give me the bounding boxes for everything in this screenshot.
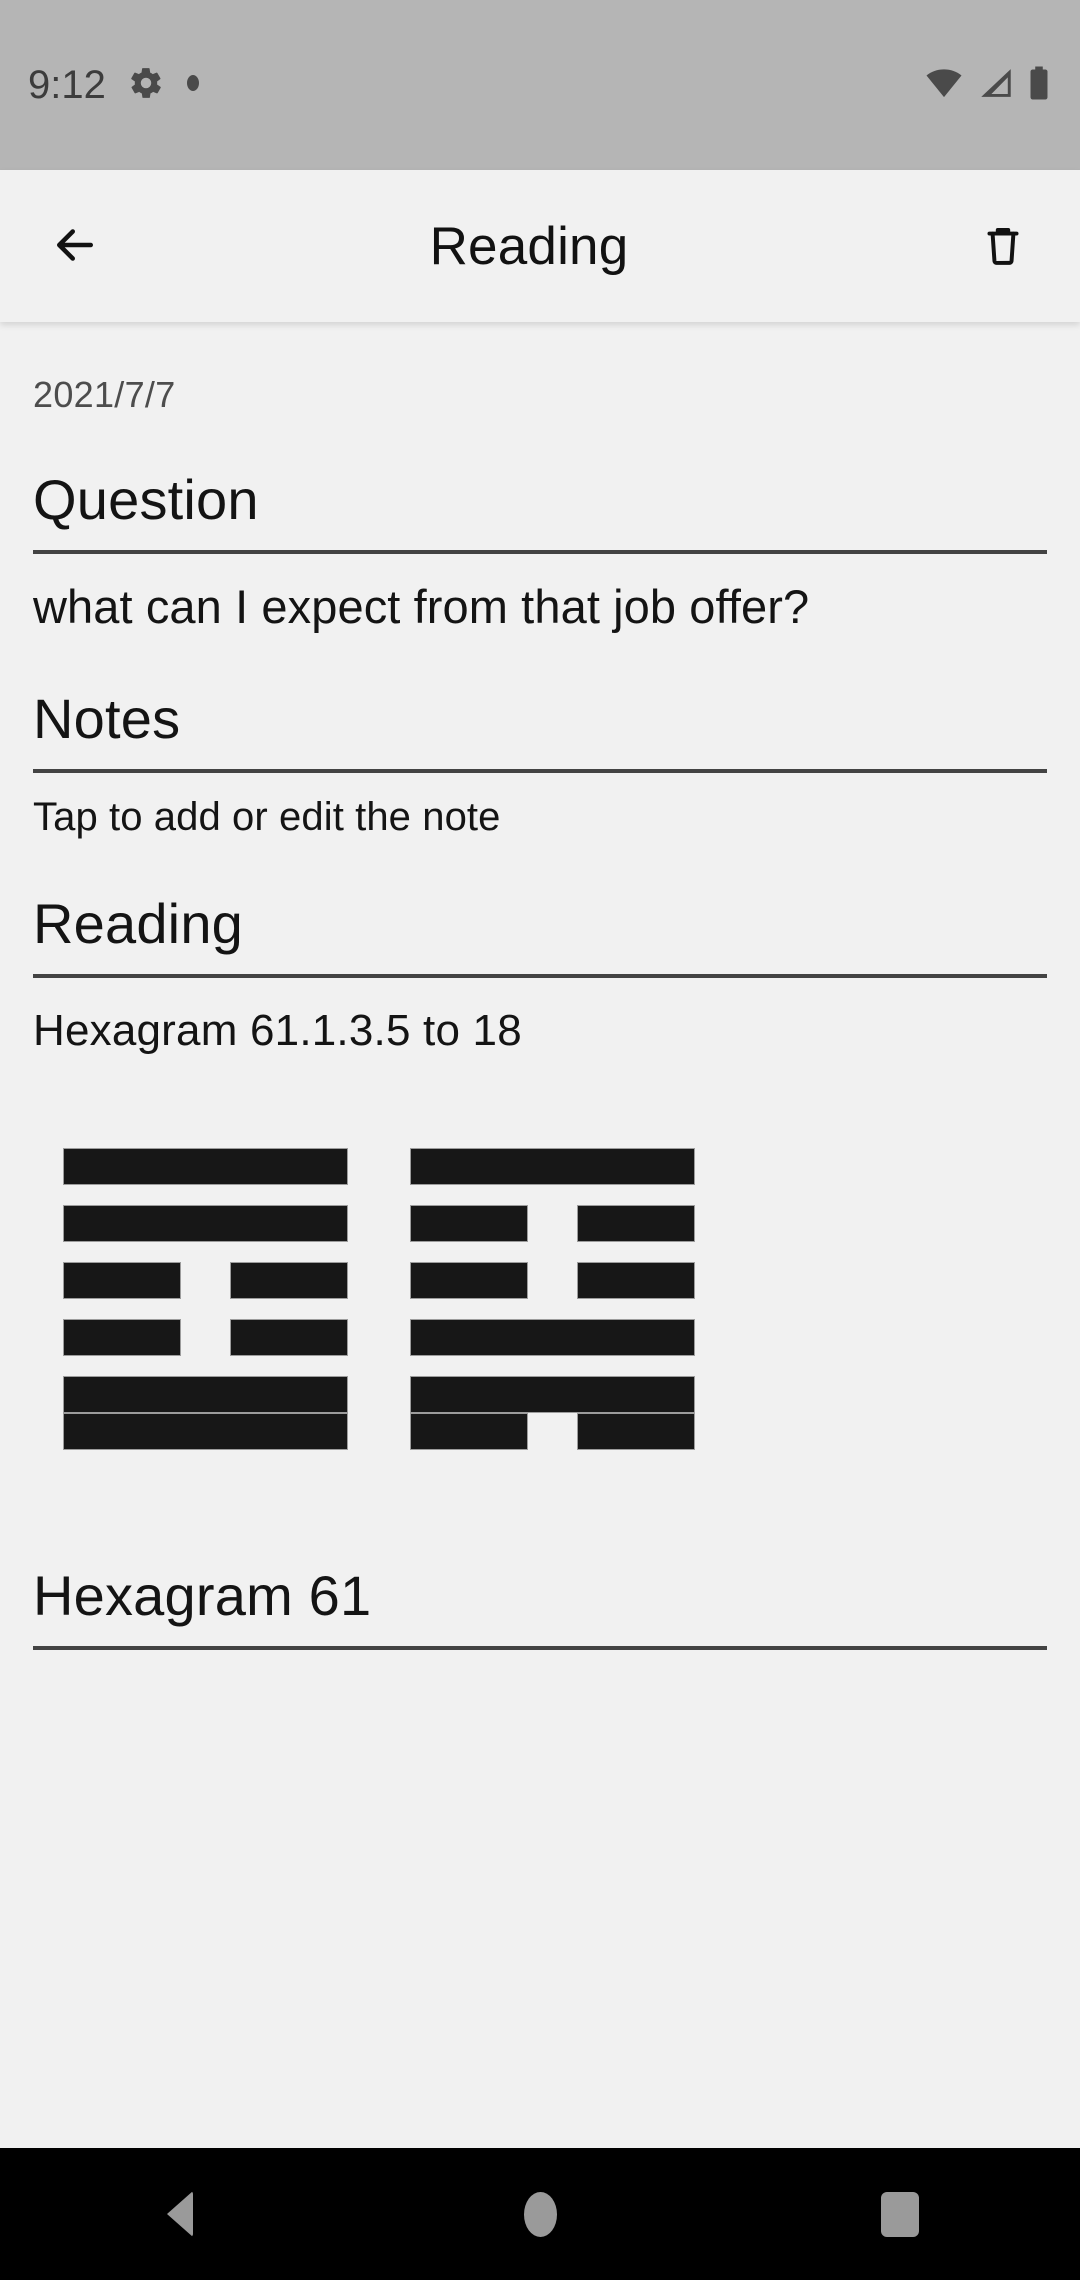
yang-line-segment <box>63 1147 348 1185</box>
phone-screen: 9:12 Reading 2021/7/7 Question what can … <box>0 0 1080 2280</box>
hexagram-line-1 <box>63 1412 348 1450</box>
trash-icon <box>978 220 1028 273</box>
page-title: Reading <box>429 216 629 276</box>
reading-section-heading: Reading <box>33 891 244 955</box>
hexagram-line-2 <box>410 1375 695 1413</box>
nav-recents-button[interactable] <box>825 2148 975 2280</box>
android-navigation-bar <box>0 2148 1080 2280</box>
hexagram-line-4 <box>410 1261 695 1299</box>
question-text[interactable]: what can I expect from that job offer? <box>33 580 1047 635</box>
yin-line-segment <box>229 1318 348 1356</box>
nav-back-icon <box>167 2191 193 2237</box>
nav-back-button[interactable] <box>105 2148 255 2280</box>
status-bar: 9:12 <box>0 0 1080 170</box>
yin-line-segment <box>576 1204 695 1242</box>
yin-line-segment <box>576 1412 695 1450</box>
reading-hexagram-label: Hexagram 61.1.3.5 to 18 <box>33 1005 522 1055</box>
hexagram-line-5 <box>63 1204 348 1242</box>
yang-line-segment <box>410 1318 695 1356</box>
hexagram-line-6 <box>410 1147 695 1185</box>
delete-button[interactable] <box>948 191 1058 301</box>
yin-line-segment <box>410 1412 529 1450</box>
hexagram-diagram[interactable] <box>33 1128 1047 1450</box>
reading-detail-content: 2021/7/7 Question what can I expect from… <box>0 322 1080 2148</box>
question-divider <box>33 550 1047 554</box>
hexagram-primary[interactable] <box>63 1128 348 1450</box>
cellular-signal-icon <box>978 66 1014 105</box>
nav-recents-icon <box>881 2191 919 2237</box>
yang-line-segment <box>63 1375 348 1413</box>
hexagram-section-divider <box>33 1645 1047 1650</box>
nav-home-button[interactable] <box>465 2148 615 2280</box>
reading-date: 2021/7/7 <box>33 374 176 415</box>
hexagram-line-3 <box>410 1318 695 1356</box>
notes-divider <box>33 768 1047 773</box>
arrow-back-icon <box>48 218 102 275</box>
nav-home-icon <box>523 2191 557 2237</box>
status-bar-clock: 9:12 <box>28 62 106 107</box>
yin-line-segment <box>410 1204 529 1242</box>
hexagram-line-2 <box>63 1375 348 1413</box>
yang-line-segment <box>410 1147 695 1185</box>
notes-section-heading: Notes <box>33 686 181 750</box>
yin-line-segment <box>410 1261 529 1299</box>
yang-line-segment <box>63 1204 348 1242</box>
yin-line-segment <box>229 1261 348 1299</box>
yang-line-segment <box>410 1375 695 1413</box>
hexagram-line-6 <box>63 1147 348 1185</box>
notes-placeholder[interactable]: Tap to add or edit the note <box>33 795 1047 840</box>
yang-line-segment <box>63 1412 348 1450</box>
dot-icon <box>186 74 200 97</box>
reading-divider <box>33 973 1047 978</box>
status-bar-left: 9:12 <box>28 63 200 108</box>
app-bar: Reading <box>0 170 1080 322</box>
battery-icon <box>1028 65 1050 106</box>
status-bar-right <box>924 65 1050 106</box>
wifi-icon <box>924 66 964 105</box>
question-section-heading: Question <box>33 468 259 531</box>
hexagram-line-4 <box>63 1261 348 1299</box>
hexagram-section-heading: Hexagram 61 <box>33 1563 372 1627</box>
hexagram-transformed[interactable] <box>410 1128 695 1450</box>
gear-icon <box>128 65 164 106</box>
hexagram-line-3 <box>63 1318 348 1356</box>
hexagram-line-5 <box>410 1204 695 1242</box>
yin-line-segment <box>576 1261 695 1299</box>
yin-line-segment <box>63 1261 182 1299</box>
hexagram-line-1 <box>410 1412 695 1450</box>
yin-line-segment <box>63 1318 182 1356</box>
